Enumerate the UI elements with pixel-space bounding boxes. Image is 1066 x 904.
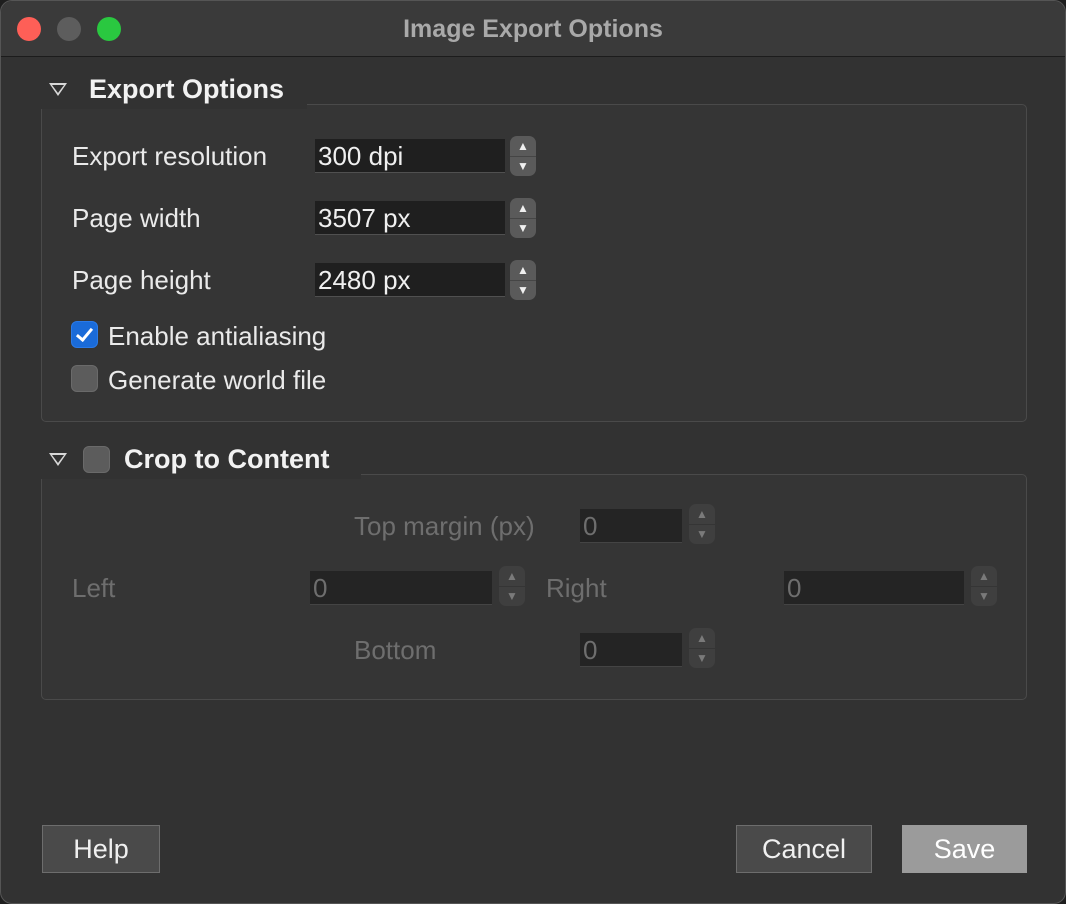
left-margin-stepper[interactable]: ▲ ▼ xyxy=(499,566,525,606)
top-margin-input[interactable] xyxy=(580,509,682,543)
chevron-up-icon[interactable]: ▲ xyxy=(971,566,997,587)
chevron-down-icon[interactable]: ▼ xyxy=(689,649,715,669)
generate-world-file-checkbox[interactable] xyxy=(71,365,98,392)
triangle-down-icon[interactable] xyxy=(49,82,67,96)
crop-to-content-header[interactable]: Crop to Content xyxy=(41,439,361,479)
chevron-up-icon[interactable]: ▲ xyxy=(689,628,715,649)
chevron-down-icon[interactable]: ▼ xyxy=(510,219,536,239)
generate-world-file-label[interactable]: Generate world file xyxy=(108,365,326,396)
chevron-up-icon[interactable]: ▲ xyxy=(510,260,536,281)
page-height-stepper[interactable]: ▲ ▼ xyxy=(510,260,536,300)
save-button[interactable]: Save xyxy=(902,825,1027,873)
title-bar[interactable]: Image Export Options xyxy=(1,1,1065,57)
right-margin-input[interactable] xyxy=(784,571,964,605)
chevron-up-icon[interactable]: ▲ xyxy=(499,566,525,587)
bottom-margin-input[interactable] xyxy=(580,633,682,667)
export-resolution-stepper[interactable]: ▲ ▼ xyxy=(510,136,536,176)
top-margin-label: Top margin (px) xyxy=(354,511,535,541)
chevron-down-icon[interactable]: ▼ xyxy=(971,587,997,607)
chevron-up-icon[interactable]: ▲ xyxy=(510,136,536,157)
crop-to-content-group: Top margin (px) ▲ ▼ Left ▲ ▼ Right ▲ ▼ B… xyxy=(41,474,1027,700)
chevron-down-icon[interactable]: ▼ xyxy=(499,587,525,607)
crop-to-content-checkbox[interactable] xyxy=(83,445,110,473)
enable-antialiasing-checkbox[interactable] xyxy=(71,321,98,348)
triangle-down-icon[interactable] xyxy=(49,452,67,466)
export-options-group: Export resolution ▲ ▼ Page width ▲ ▼ Pag… xyxy=(41,104,1027,422)
right-margin-label: Right xyxy=(546,573,607,603)
right-margin-stepper[interactable]: ▲ ▼ xyxy=(971,566,997,606)
top-margin-stepper[interactable]: ▲ ▼ xyxy=(689,504,715,544)
left-margin-label: Left xyxy=(72,573,116,603)
export-options-title: Export Options xyxy=(89,73,284,104)
page-width-stepper[interactable]: ▲ ▼ xyxy=(510,198,536,238)
dialog-window: Image Export Options Export resolution ▲… xyxy=(0,0,1066,904)
export-resolution-label: Export resolution xyxy=(72,141,268,171)
page-height-label: Page height xyxy=(72,265,211,295)
chevron-down-icon[interactable]: ▼ xyxy=(510,281,536,301)
export-resolution-input[interactable] xyxy=(315,139,505,173)
chevron-down-icon[interactable]: ▼ xyxy=(689,525,715,545)
bottom-margin-label: Bottom xyxy=(354,635,437,665)
enable-antialiasing-label[interactable]: Enable antialiasing xyxy=(108,321,326,352)
chevron-up-icon[interactable]: ▲ xyxy=(689,504,715,525)
bottom-margin-stepper[interactable]: ▲ ▼ xyxy=(689,628,715,668)
left-margin-input[interactable] xyxy=(310,571,492,605)
export-options-header[interactable]: Export Options xyxy=(41,69,307,109)
page-height-input[interactable] xyxy=(315,263,505,297)
chevron-down-icon[interactable]: ▼ xyxy=(510,157,536,177)
cancel-button[interactable]: Cancel xyxy=(736,825,872,873)
crop-to-content-title[interactable]: Crop to Content xyxy=(124,444,329,475)
window-title: Image Export Options xyxy=(403,15,663,43)
checkmark-icon xyxy=(75,323,94,343)
help-button[interactable]: Help xyxy=(42,825,160,873)
chevron-up-icon[interactable]: ▲ xyxy=(510,198,536,219)
page-width-input[interactable] xyxy=(315,201,505,235)
page-width-label: Page width xyxy=(72,203,201,233)
